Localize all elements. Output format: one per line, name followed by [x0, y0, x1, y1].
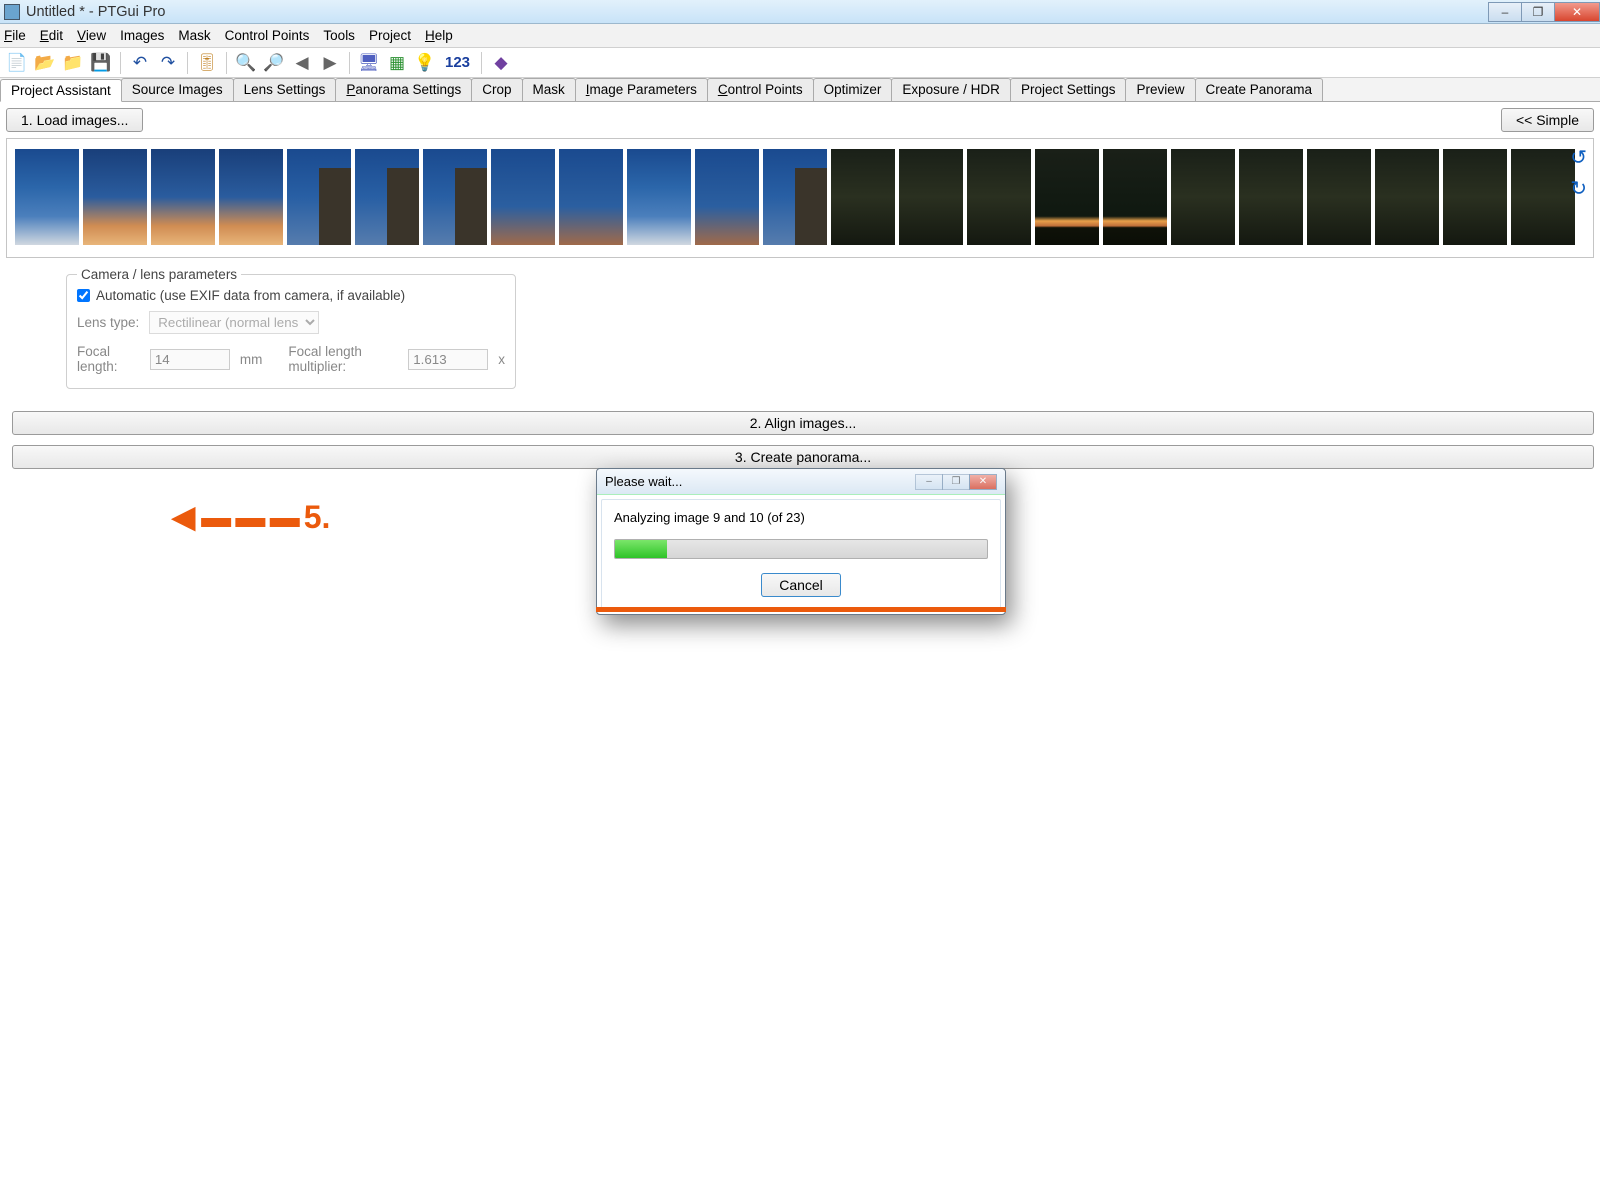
dialog-title: Please wait... — [605, 474, 682, 489]
modal-overlay: Please wait... – ❐ ✕ Analyzing image 9 a… — [0, 0, 1600, 1200]
dialog-status: Analyzing image 9 and 10 (of 23) — [614, 510, 988, 525]
progress-fill — [615, 540, 667, 558]
dialog-maximize-button: ❐ — [942, 474, 970, 490]
dialog-titlebar: Please wait... – ❐ ✕ — [597, 469, 1005, 495]
progress-bar — [614, 539, 988, 559]
cancel-button[interactable]: Cancel — [761, 573, 841, 597]
progress-dialog: Please wait... – ❐ ✕ Analyzing image 9 a… — [596, 468, 1006, 615]
annotation-underline — [596, 607, 1006, 612]
dialog-minimize-button: – — [915, 474, 943, 490]
dialog-close-button[interactable]: ✕ — [969, 474, 997, 490]
